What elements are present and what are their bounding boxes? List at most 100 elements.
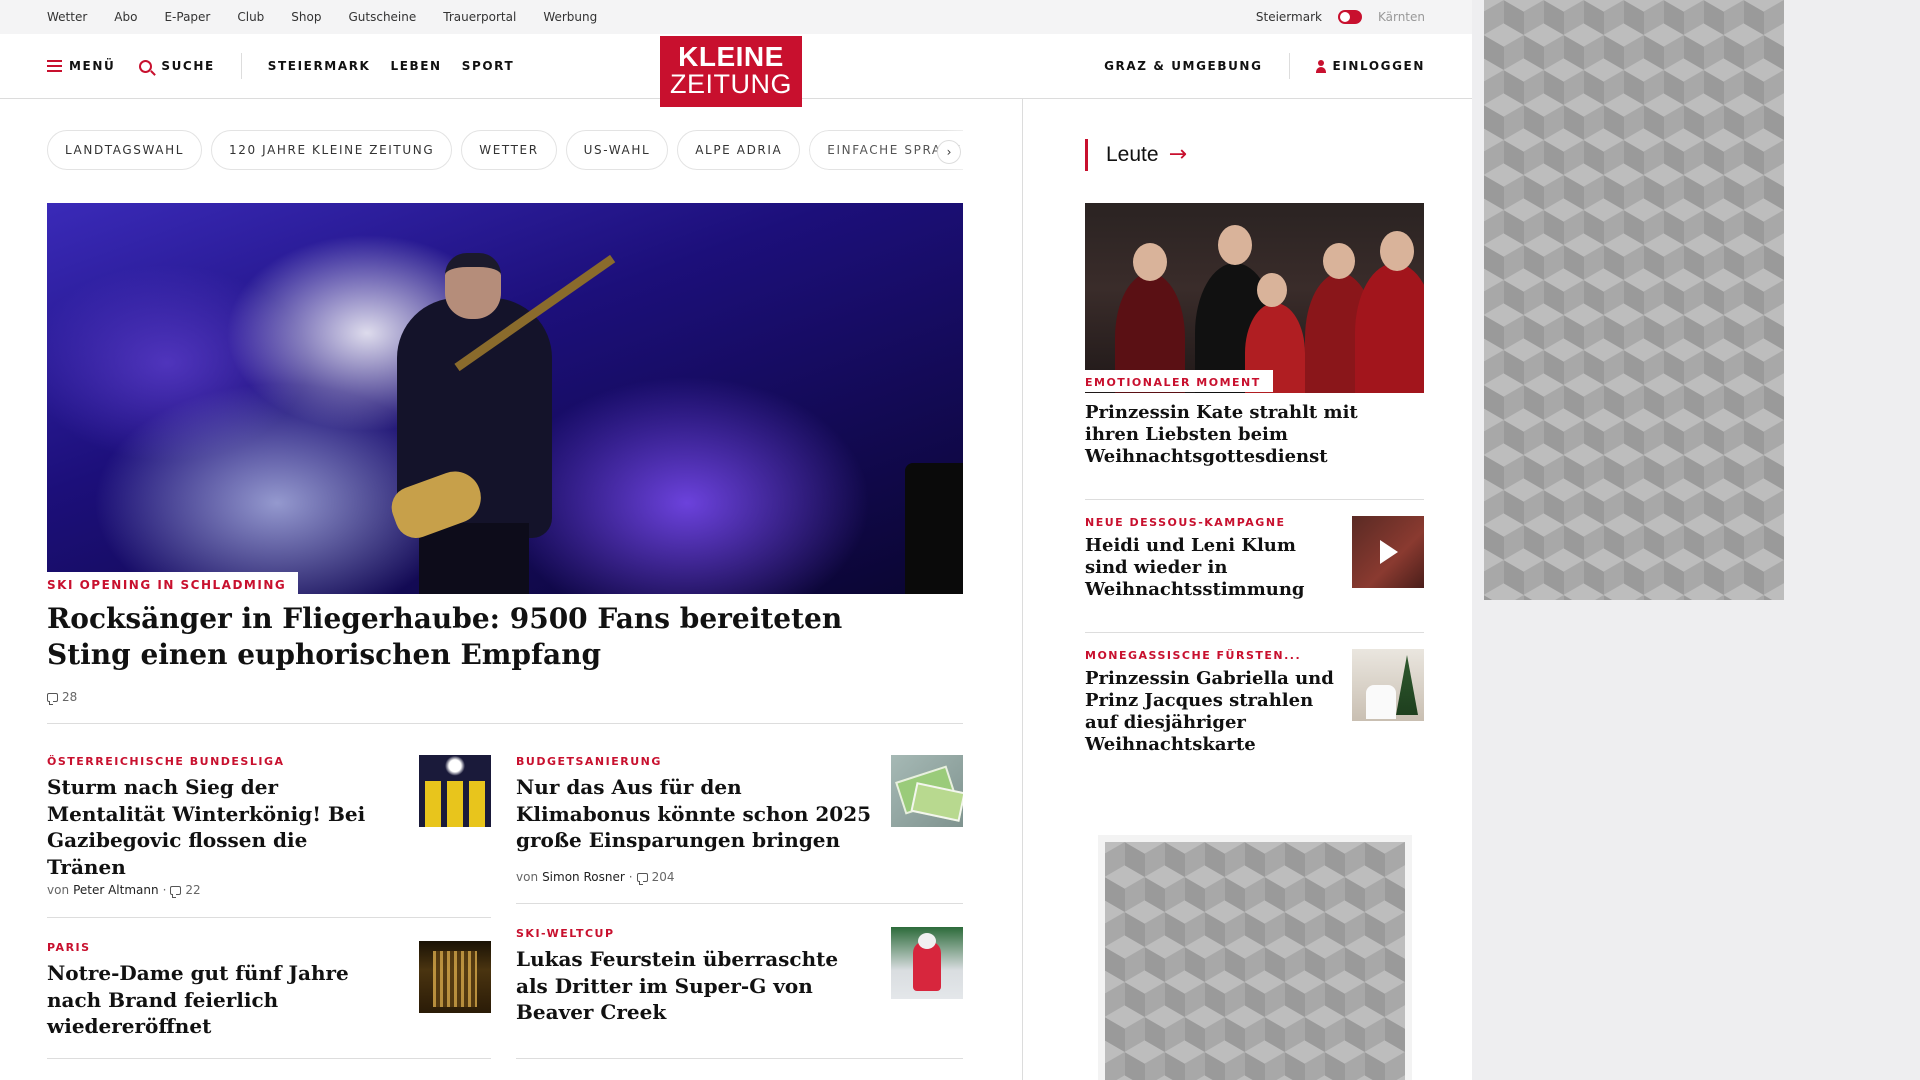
hero-singer-head [445, 253, 501, 319]
region-toggle[interactable] [1337, 10, 1362, 24]
region-kaernten[interactable]: Kärnten [1378, 10, 1425, 24]
meta-dot: · [162, 883, 167, 897]
logo-line-2: ZEITUNG [670, 69, 792, 99]
header-divider [240, 53, 242, 79]
nav-leben[interactable]: LEBEN [390, 59, 441, 73]
utility-link-trauerportal[interactable]: Trauerportal [443, 10, 516, 24]
arrow-right-icon: → [1168, 142, 1187, 167]
hero-title[interactable]: Rocksänger in Fliegerhaube: 9500 Fans be… [47, 601, 927, 673]
teaser-title[interactable]: Sturm nach Sieg der Mentalität Winterkön… [47, 774, 392, 880]
figure-head [1133, 243, 1167, 281]
nav-steiermark[interactable]: STEIERMARK [268, 59, 371, 73]
utility-link-gutscheine[interactable]: Gutscheine [348, 10, 416, 24]
topic-pills: LANDTAGSWAHL 120 JAHRE KLEINE ZEITUNG WE… [47, 130, 963, 170]
figure-head [1218, 225, 1252, 265]
menu-button[interactable]: MENÜ [47, 59, 115, 73]
author-prefix: von [516, 870, 539, 884]
notre-dame-image[interactable] [419, 941, 491, 1013]
pill-landtagswahl[interactable]: LANDTAGSWAHL [47, 130, 203, 170]
figure-head [1323, 243, 1355, 279]
site-logo[interactable]: KLEINE ZEITUNG [660, 36, 802, 107]
utility-link-wetter[interactable]: Wetter [47, 10, 87, 24]
teaser-feurstein[interactable]: SKI-WELTCUP Lukas Feurstein überraschte … [516, 927, 963, 1047]
hero-image[interactable] [47, 203, 963, 594]
site-main: Wetter Abo E-Paper Club Shop Gutscheine … [0, 0, 1472, 1080]
pill-us-wahl[interactable]: US-WAHL [565, 130, 669, 170]
comment-count[interactable]: 204 [652, 870, 675, 884]
teaser-title[interactable]: Lukas Feurstein überraschte als Dritter … [516, 946, 846, 1026]
leute-item-gabriella[interactable]: MONEGASSISCHE FÜRSTEN... Prinzessin Gabr… [1085, 649, 1424, 769]
header-right: GRAZ & UMGEBUNG EINLOGGEN [1104, 53, 1425, 79]
chevron-right-icon: › [946, 145, 952, 159]
login-button[interactable]: EINLOGGEN [1315, 59, 1425, 73]
leute-lead-kicker: EMOTIONALER MOMENT [1085, 370, 1273, 392]
region-steiermark[interactable]: Steiermark [1256, 10, 1322, 24]
utility-link-werbung[interactable]: Werbung [543, 10, 597, 24]
author-name[interactable]: Peter Altmann [73, 883, 159, 897]
hero-meta: 28 [47, 690, 77, 705]
user-icon [1315, 59, 1326, 73]
hamburger-icon [47, 60, 62, 72]
teaser-title[interactable]: Notre-Dame gut fünf Jahre nach Brand fei… [47, 960, 392, 1040]
teaser-meta: von Peter Altmann · 22 [47, 883, 201, 898]
play-icon [1380, 540, 1398, 564]
meta-dot: · [628, 870, 633, 884]
figure-adult [1355, 263, 1424, 393]
comment-icon [170, 885, 182, 898]
utility-link-club[interactable]: Club [237, 10, 264, 24]
header-divider-right [1288, 53, 1290, 79]
utility-bar: Wetter Abo E-Paper Club Shop Gutscheine … [0, 0, 1472, 34]
pill-wetter[interactable]: WETTER [461, 130, 557, 170]
teaser-separator [516, 903, 963, 904]
author-prefix: von [47, 883, 70, 897]
video-thumbnail[interactable] [1352, 516, 1424, 588]
region-link-graz[interactable]: GRAZ & UMGEBUNG [1104, 59, 1262, 73]
teaser-notre-dame[interactable]: PARIS Notre-Dame gut fünf Jahre nach Bra… [47, 941, 491, 1051]
teaser-sturm[interactable]: ÖSTERREICHISCHE BUNDESLIGA Sturm nach Si… [47, 755, 491, 905]
leute-lead-title[interactable]: Prinzessin Kate strahlt mit ihren Liebst… [1085, 402, 1415, 468]
money-bills-image[interactable] [891, 755, 963, 827]
search-icon [139, 59, 153, 73]
nav-sport[interactable]: SPORT [462, 59, 515, 73]
comment-icon [47, 692, 58, 705]
leute-item-klum[interactable]: NEUE DESSOUS-KAMPAGNE Heidi und Leni Klu… [1085, 516, 1424, 616]
hero-comment-count[interactable]: 28 [62, 690, 77, 704]
leute-item-title[interactable]: Prinzessin Gabriella und Prinz Jacques s… [1085, 668, 1335, 756]
menu-label: MENÜ [69, 59, 116, 73]
pill-120-jahre[interactable]: 120 JAHRE KLEINE ZEITUNG [211, 130, 453, 170]
pill-alpe-adria[interactable]: ALPE ADRIA [677, 130, 801, 170]
utility-link-epaper[interactable]: E-Paper [164, 10, 210, 24]
football-players-image[interactable] [419, 755, 491, 827]
ski-racer-image[interactable] [891, 927, 963, 999]
section-accent-bar [1085, 139, 1088, 171]
utility-link-abo[interactable]: Abo [114, 10, 137, 24]
search-label: SUCHE [161, 59, 215, 73]
teaser-title[interactable]: Nur das Aus für den Klimabonus könnte sc… [516, 774, 876, 854]
christmas-card-image[interactable] [1352, 649, 1424, 721]
utility-link-shop[interactable]: Shop [291, 10, 321, 24]
pills-next-button[interactable]: › [937, 140, 961, 164]
stage-speaker [905, 463, 963, 594]
comment-icon [636, 872, 648, 885]
main-nav: STEIERMARK LEBEN SPORT [268, 59, 514, 73]
leute-separator [1085, 499, 1424, 500]
comment-count[interactable]: 22 [185, 883, 200, 897]
section-header-leute[interactable]: Leute → [1085, 139, 1187, 171]
hero-kicker: SKI OPENING IN SCHLADMING [47, 572, 299, 595]
figure-head [1380, 231, 1414, 271]
logo-line-1: KLEINE [678, 41, 784, 72]
ad-placeholder-inline[interactable] [1105, 842, 1405, 1080]
royal-family-image[interactable] [1085, 203, 1424, 393]
figure-head [1257, 273, 1287, 307]
leute-item-title[interactable]: Heidi und Leni Klum sind wieder in Weihn… [1085, 535, 1335, 601]
teaser-meta: von Simon Rosner · 204 [516, 870, 675, 885]
utility-links: Wetter Abo E-Paper Club Shop Gutscheine … [47, 10, 597, 24]
login-label: EINLOGGEN [1332, 59, 1425, 73]
hero-singer-legs [419, 523, 529, 594]
author-name[interactable]: Simon Rosner [542, 870, 625, 884]
teaser-separator [47, 917, 491, 918]
ad-placeholder-skyscraper[interactable] [1484, 0, 1784, 600]
leute-separator [1085, 632, 1424, 633]
teaser-klimabonus[interactable]: BUDGETSANIERUNG Nur das Aus für den Klim… [516, 755, 963, 895]
search-button[interactable]: SUCHE [139, 59, 214, 73]
